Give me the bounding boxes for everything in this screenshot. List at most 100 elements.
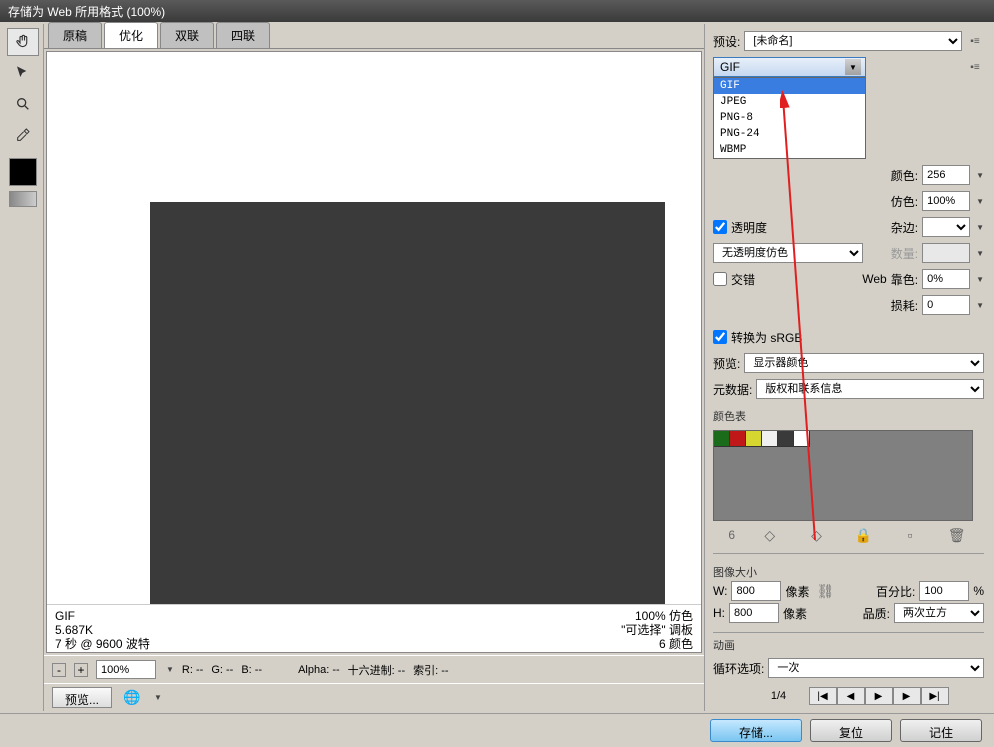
color-swatch[interactable] — [794, 431, 810, 447]
metadata-select[interactable]: 版权和联系信息 — [756, 379, 984, 399]
matte-label: 杂边: — [891, 219, 918, 236]
zoom-tool[interactable] — [7, 90, 39, 118]
color-table[interactable] — [713, 430, 973, 521]
preview-select[interactable]: 显示器颜色 — [744, 353, 984, 373]
remember-button[interactable]: 记住 — [900, 719, 982, 742]
hex-value: 十六进制: -- — [348, 662, 405, 678]
matte-dropdown-icon[interactable]: ▼ — [976, 223, 984, 232]
eyedropper-tool[interactable] — [7, 121, 39, 149]
format-options-list: GIF JPEG PNG-8 PNG-24 WBMP — [713, 77, 866, 159]
web-snap-input[interactable] — [922, 269, 970, 289]
web-snap-stepper-icon[interactable]: ▼ — [976, 275, 984, 284]
b-value: B: -- — [241, 664, 262, 676]
color-swatch[interactable] — [762, 431, 778, 447]
center-panel: 原稿 优化 双联 四联 GIF 5.687K 7 秒 @ 9600 波特 100… — [44, 24, 704, 711]
tab-optimized[interactable]: 优化 — [104, 22, 158, 48]
frame-count: 1/4 — [749, 690, 809, 702]
minus-icon[interactable]: - — [52, 663, 66, 677]
zoom-input[interactable] — [96, 660, 156, 679]
browser-dropdown-icon[interactable]: ▼ — [154, 693, 162, 702]
image-size-label: 图像大小 — [713, 564, 984, 580]
colors-stepper-icon[interactable]: ▼ — [976, 171, 984, 180]
last-frame-button[interactable]: ▶| — [921, 687, 949, 705]
interlace-checkbox[interactable]: 交错 — [713, 271, 755, 288]
dither-input[interactable] — [922, 191, 970, 211]
info-palette: "可选择" 调板 — [621, 623, 693, 637]
tab-original[interactable]: 原稿 — [48, 22, 102, 48]
srgb-checkbox[interactable]: 转换为 sRGB — [713, 329, 802, 346]
save-button[interactable]: 存储... — [710, 719, 802, 742]
eyedropper-color-swatch[interactable] — [9, 158, 37, 186]
ct-icon-2[interactable]: ◇ — [804, 525, 828, 545]
play-button[interactable]: ▶ — [865, 687, 893, 705]
percent-sym: % — [973, 584, 984, 598]
transparency-checkbox[interactable]: 透明度 — [713, 219, 767, 236]
zoom-dropdown-icon[interactable]: ▼ — [166, 665, 174, 674]
preset-menu-icon[interactable]: ▪≡ — [966, 36, 984, 47]
web-pre-label: Web — [862, 272, 886, 286]
web-snap-label: 靠色: — [891, 271, 918, 288]
tab-4up[interactable]: 四联 — [216, 22, 270, 48]
colors-label: 颜色: — [891, 167, 918, 184]
quality-select[interactable]: 两次立方 — [894, 603, 984, 623]
tab-2up[interactable]: 双联 — [160, 22, 214, 48]
link-icon[interactable]: ⛓ — [813, 581, 837, 601]
percent-input[interactable] — [919, 581, 969, 601]
colors-input[interactable] — [922, 165, 970, 185]
h-label: H: — [713, 606, 725, 620]
canvas-area[interactable]: GIF 5.687K 7 秒 @ 9600 波特 100% 仿色 "可选择" 调… — [46, 51, 702, 653]
format-value: GIF — [720, 60, 740, 74]
preview-button[interactable]: 预览... — [52, 687, 112, 708]
metadata-label: 元数据: — [713, 381, 752, 398]
preset-select[interactable]: [未命名] — [744, 31, 962, 51]
color-swatch[interactable] — [778, 431, 794, 447]
lossy-input[interactable] — [922, 295, 970, 315]
format-option-png8[interactable]: PNG-8 — [714, 110, 865, 126]
r-value: R: -- — [182, 664, 203, 676]
matte-select[interactable] — [922, 217, 970, 237]
slice-select-tool[interactable] — [7, 59, 39, 87]
color-swatch[interactable] — [730, 431, 746, 447]
reset-button[interactable]: 复位 — [810, 719, 892, 742]
amount-input — [922, 243, 970, 263]
animation-nav: 1/4 |◀ ◀ ▶ ▶ ▶| — [713, 687, 984, 705]
color-swatch[interactable] — [714, 431, 730, 447]
transparency-dither-select[interactable]: 无透明度仿色 — [713, 243, 863, 263]
color-table-footer: 6 ◇ ◇ 🔒 ▫ 🗑 — [713, 525, 984, 545]
browser-icon[interactable]: 🌐 — [120, 688, 144, 708]
ct-icon-1[interactable]: ◇ — [758, 525, 782, 545]
next-frame-button[interactable]: ▶ — [893, 687, 921, 705]
format-option-gif[interactable]: GIF — [714, 78, 865, 94]
info-dither: 100% 仿色 — [621, 609, 693, 623]
window-body: 原稿 优化 双联 四联 GIF 5.687K 7 秒 @ 9600 波特 100… — [0, 22, 994, 713]
prev-frame-button[interactable]: ◀ — [837, 687, 865, 705]
amount-stepper-icon: ▼ — [976, 249, 984, 258]
first-frame-button[interactable]: |◀ — [809, 687, 837, 705]
format-option-jpeg[interactable]: JPEG — [714, 94, 865, 110]
lossy-stepper-icon[interactable]: ▼ — [976, 301, 984, 310]
color-swatch[interactable] — [746, 431, 762, 447]
alpha-value: Alpha: -- — [298, 664, 340, 676]
canvas-image — [150, 202, 665, 604]
optimize-menu-icon[interactable]: ▪≡ — [966, 62, 984, 73]
animation-label: 动画 — [713, 632, 984, 653]
hand-tool[interactable] — [7, 28, 39, 56]
percent-label: 百分比: — [876, 583, 915, 600]
dither-stepper-icon[interactable]: ▼ — [976, 197, 984, 206]
ct-new-icon[interactable]: ▫ — [898, 525, 922, 545]
info-left: GIF 5.687K 7 秒 @ 9600 波特 — [55, 609, 150, 648]
info-format: GIF — [55, 609, 150, 623]
plus-icon[interactable]: + — [74, 663, 88, 677]
format-option-wbmp[interactable]: WBMP — [714, 142, 865, 158]
titlebar: 存储为 Web 所用格式 (100%) — [0, 0, 994, 22]
format-option-png24[interactable]: PNG-24 — [714, 126, 865, 142]
ct-lock-icon[interactable]: 🔒 — [851, 525, 875, 545]
slice-visibility-toggle[interactable] — [9, 191, 37, 207]
width-input[interactable] — [731, 581, 781, 601]
height-input[interactable] — [729, 603, 779, 623]
preset-label: 预设: — [713, 33, 740, 50]
dither-label: 仿色: — [891, 193, 918, 210]
loop-select[interactable]: 一次 — [768, 658, 984, 678]
format-dropdown[interactable]: GIF ▼ GIF JPEG PNG-8 PNG-24 WBMP — [713, 57, 866, 77]
ct-trash-icon[interactable]: 🗑 — [945, 525, 969, 545]
